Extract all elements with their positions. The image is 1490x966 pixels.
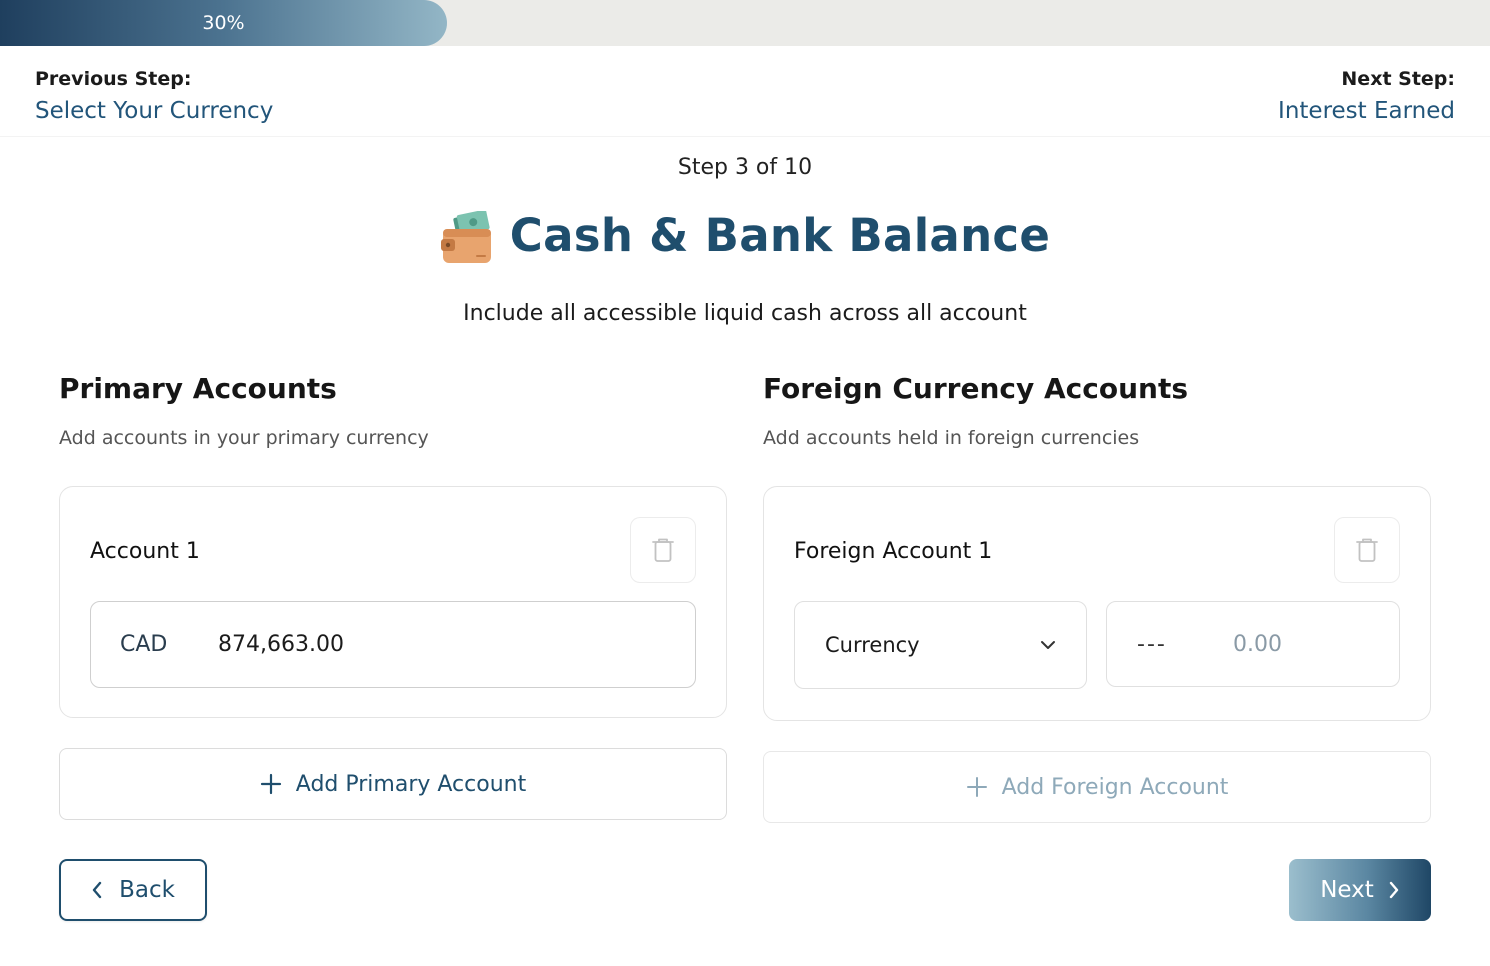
currency-select-label: Currency	[825, 633, 920, 657]
previous-step-link[interactable]: Select Your Currency	[35, 98, 273, 124]
plus-icon	[966, 777, 987, 797]
foreign-amount-field[interactable]: ---	[1106, 601, 1400, 687]
next-step-link[interactable]: Interest Earned	[1278, 98, 1455, 124]
foreign-accounts-section: Foreign Currency Accounts Add accounts h…	[763, 372, 1431, 823]
delete-foreign-account-button[interactable]	[1334, 517, 1400, 583]
foreign-accounts-description: Add accounts held in foreign currencies	[763, 427, 1140, 449]
add-foreign-account-label: Add Foreign Account	[1001, 774, 1229, 800]
primary-account-card: Account 1 CAD	[59, 486, 727, 718]
amount-input[interactable]	[218, 632, 618, 657]
account-label: Account 1	[90, 539, 200, 564]
page-title-row: Cash & Bank Balance	[0, 205, 1490, 265]
foreign-account-label: Foreign Account 1	[794, 539, 993, 564]
page-subtitle: Include all accessible liquid cash acros…	[463, 301, 1027, 326]
currency-select[interactable]: Currency	[794, 601, 1087, 689]
wallet-with-cash-icon	[440, 211, 491, 263]
step-counter: Step 3 of 10	[677, 155, 813, 180]
add-primary-account-label: Add Primary Account	[295, 771, 527, 797]
chevron-right-icon	[1389, 881, 1398, 899]
next-step-caption: Next Step:	[1341, 68, 1455, 90]
primary-accounts-title: Primary Accounts	[59, 372, 337, 405]
previous-step-caption: Previous Step:	[35, 68, 192, 90]
foreign-accounts-title: Foreign Currency Accounts	[763, 372, 1188, 405]
primary-accounts-description: Add accounts in your primary currency	[59, 427, 429, 449]
back-button-label: Back	[119, 877, 175, 903]
progress-bar: 30%	[0, 0, 1490, 46]
chevron-down-icon	[1041, 641, 1055, 649]
foreign-currency-code: ---	[1137, 631, 1167, 657]
trash-icon	[1356, 538, 1378, 562]
foreign-amount-input[interactable]	[1233, 631, 1373, 657]
delete-account-button[interactable]	[630, 517, 696, 583]
page-title: Cash & Bank Balance	[509, 208, 1051, 262]
chevron-left-icon	[92, 881, 102, 899]
currency-code: CAD	[120, 632, 168, 657]
trash-icon	[652, 538, 674, 562]
plus-icon	[260, 773, 281, 795]
foreign-account-card: Foreign Account 1 Currency ---	[763, 486, 1431, 721]
next-step: Next Step: Interest Earned	[1278, 68, 1455, 124]
back-button[interactable]: Back	[59, 859, 207, 921]
next-button-label: Next	[1320, 877, 1374, 903]
primary-amount-field[interactable]: CAD	[90, 601, 696, 688]
primary-accounts-section: Primary Accounts Add accounts in your pr…	[59, 372, 727, 820]
add-foreign-account-button[interactable]: Add Foreign Account	[763, 751, 1431, 823]
header-divider	[0, 136, 1490, 137]
next-button[interactable]: Next	[1289, 859, 1431, 921]
step-navigation: Previous Step: Select Your Currency Next…	[35, 68, 1455, 136]
add-primary-account-button[interactable]: Add Primary Account	[59, 748, 727, 820]
progress-label: 30%	[202, 12, 245, 34]
previous-step: Previous Step: Select Your Currency	[35, 68, 273, 124]
